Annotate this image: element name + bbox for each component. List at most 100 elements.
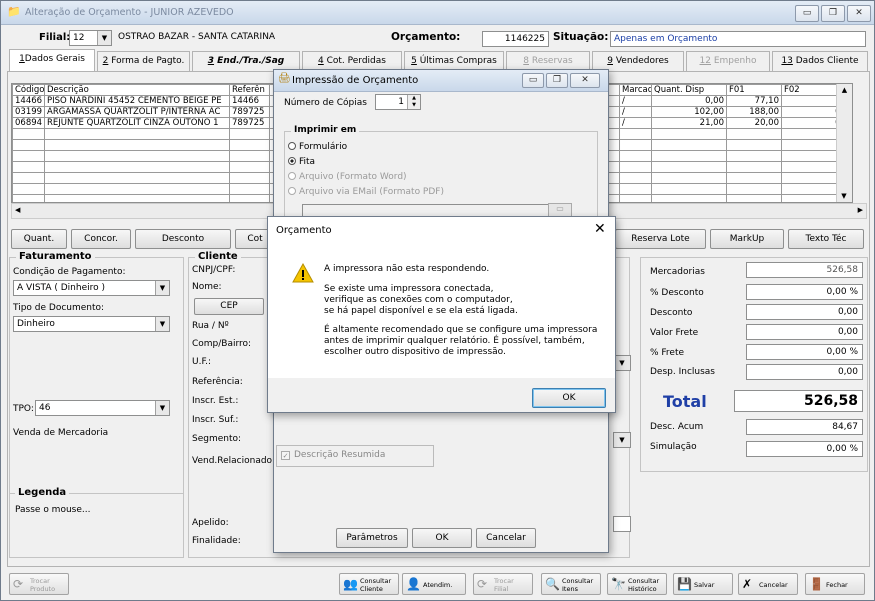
filial-select[interactable]: 12 ▼ [69, 30, 112, 46]
title-bar[interactable]: 📁 Alteração de Orçamento - JUNIOR AZEVED… [1, 1, 874, 25]
cell-descricao[interactable] [44, 183, 230, 195]
pct-frete-field[interactable]: 0,00 % [746, 344, 863, 360]
chevron-down-icon[interactable]: ▼ [97, 31, 111, 45]
cell-referencia[interactable] [229, 128, 270, 140]
print-dialog-close[interactable]: ✕ [570, 73, 600, 88]
cell-qdisp[interactable] [651, 139, 727, 151]
cell-f01[interactable] [726, 183, 782, 195]
copies-stepper[interactable]: 1 ▲ ▼ [375, 94, 421, 110]
cell-qdisp[interactable] [651, 128, 727, 140]
cell-qdisp[interactable]: 0,00 [651, 95, 727, 107]
tab-end-tra-sag[interactable]: 3 End./Tra./Sag [192, 51, 300, 71]
cell-qdisp[interactable] [651, 183, 727, 195]
orcamento-field[interactable]: 1146225 [482, 31, 549, 47]
simulacao-field[interactable]: 0,00 % [746, 441, 863, 457]
scroll-down-icon[interactable]: ▼ [837, 192, 851, 200]
print-cancelar-button[interactable]: Cancelar [476, 528, 536, 548]
cell-codigo[interactable] [12, 161, 45, 173]
desconto-field[interactable]: 0,00 [746, 304, 863, 320]
print-option-radio[interactable]: Fita [288, 157, 315, 167]
cell-marcada[interactable] [619, 161, 652, 173]
cell-descricao[interactable] [44, 128, 230, 140]
chevron-down-icon[interactable]: ▼ [155, 317, 169, 331]
cell-descricao[interactable]: PISO NARDINI 45452 CEMENTO BEIGE PE [44, 95, 230, 107]
toolbar-close-door-button[interactable]: 🚪 Fechar [805, 573, 865, 595]
chevron-down-icon[interactable]: ▼ [614, 433, 630, 447]
cell-referencia[interactable] [229, 183, 270, 195]
cell-marcada[interactable] [619, 128, 652, 140]
chevron-down-icon[interactable]: ▼ [614, 356, 630, 370]
scroll-left-icon[interactable]: ◀ [15, 206, 20, 214]
tab-reservas[interactable]: 8 Reservas [506, 51, 590, 71]
alert-titlebar[interactable]: Orçamento ✕ [268, 217, 615, 243]
grid-vscrollbar[interactable]: ▲ ▼ [836, 84, 852, 202]
cell-descricao[interactable] [44, 139, 230, 151]
reserva-lote-button[interactable]: Reserva Lote [615, 229, 706, 249]
cell-f01[interactable] [726, 128, 782, 140]
cell-referencia[interactable]: 789725 [229, 106, 270, 118]
print-dialog-minimize[interactable]: ▭ [522, 73, 544, 88]
cell-qdisp[interactable] [651, 172, 727, 184]
cell-codigo[interactable]: 06894 [12, 117, 45, 129]
chevron-down-icon[interactable]: ▼ [155, 401, 169, 415]
print-option-radio[interactable]: Arquivo (Formato Word) [288, 172, 407, 182]
tipo-documento-select[interactable]: Dinheiro ▼ [13, 316, 170, 332]
quant-button[interactable]: Quant. [11, 229, 67, 249]
cell-codigo[interactable] [12, 172, 45, 184]
cell-referencia[interactable] [229, 139, 270, 151]
cell-descricao[interactable] [44, 172, 230, 184]
pct-desconto-field[interactable]: 0,00 % [746, 284, 863, 300]
tab-ultimas-compras[interactable]: 5 Últimas Compras [404, 51, 504, 71]
cell-marcada[interactable] [619, 172, 652, 184]
spin-arrows-icon[interactable]: ▲ ▼ [407, 95, 420, 109]
desconto-button[interactable]: Desconto [135, 229, 231, 249]
print-option-radio[interactable]: Arquivo via EMail (Formato PDF) [288, 187, 444, 197]
radio-icon[interactable] [288, 157, 296, 165]
cell-referencia[interactable] [229, 150, 270, 162]
cell-referencia[interactable]: 789725 [229, 117, 270, 129]
cell-descricao[interactable] [44, 194, 230, 202]
toolbar-branch-swap-button[interactable]: ⟳ Trocar Filial [473, 573, 533, 595]
radio-icon[interactable] [288, 187, 296, 195]
cell-marcada[interactable] [619, 139, 652, 151]
cell-f01[interactable] [726, 150, 782, 162]
cell-marcada[interactable]: / [619, 95, 652, 107]
col-header-referencia[interactable]: Referên [229, 84, 270, 96]
cell-descricao[interactable] [44, 150, 230, 162]
cell-codigo[interactable] [12, 194, 45, 202]
cond-pagamento-select[interactable]: A VISTA ( Dinheiro ) ▼ [13, 280, 170, 296]
toolbar-customer-search-button[interactable]: 👥 Consultar Cliente [339, 573, 399, 595]
apelido-field-edge[interactable] [613, 516, 631, 532]
chevron-down-icon[interactable]: ▼ [155, 281, 169, 295]
cell-codigo[interactable]: 14466 [12, 95, 45, 107]
tab-dados-gerais[interactable]: 1Dados Gerais [9, 49, 95, 71]
close-button[interactable]: ✕ [847, 5, 871, 22]
toolbar-items-search-button[interactable]: 🔍 Consultar Itens [541, 573, 601, 595]
cell-qdisp[interactable]: 21,00 [651, 117, 727, 129]
maximize-button[interactable]: ❐ [821, 5, 845, 22]
cell-f01[interactable] [726, 161, 782, 173]
cell-marcada[interactable]: / [619, 117, 652, 129]
parametros-button[interactable]: Parâmetros [336, 528, 408, 548]
toolbar-history-button[interactable]: 🔭 Consultar Histórico [607, 573, 667, 595]
texto-tec-button[interactable]: Texto Téc [788, 229, 864, 249]
print-ok-button[interactable]: OK [412, 528, 472, 548]
alert-close-icon[interactable]: ✕ [594, 221, 606, 237]
cell-codigo[interactable] [12, 183, 45, 195]
cell-descricao[interactable]: ARGAMASSA QUARTZOLIT P/INTERNA AC [44, 106, 230, 118]
descricao-resumida-box[interactable]: ✓ Descrição Resumida [276, 445, 434, 467]
cell-codigo[interactable]: 03199 [12, 106, 45, 118]
markup-button[interactable]: MarkUp [710, 229, 784, 249]
cell-descricao[interactable]: REJUNTE QUARTZOLIT CINZA OUTONO 1 [44, 117, 230, 129]
valor-frete-field[interactable]: 0,00 [746, 324, 863, 340]
cell-codigo[interactable] [12, 128, 45, 140]
radio-icon[interactable] [288, 142, 296, 150]
col-header-f01[interactable]: F01 [726, 84, 782, 96]
cell-referencia[interactable] [229, 194, 270, 202]
toolbar-attendance-button[interactable]: 👤 Atendim. [402, 573, 466, 595]
tab-vendedores[interactable]: 9 Vendedores [592, 51, 684, 71]
scroll-right-icon[interactable]: ▶ [858, 206, 863, 214]
cell-qdisp[interactable] [651, 161, 727, 173]
print-dialog-maximize[interactable]: ❐ [546, 73, 568, 88]
cell-marcada[interactable]: / [619, 106, 652, 118]
